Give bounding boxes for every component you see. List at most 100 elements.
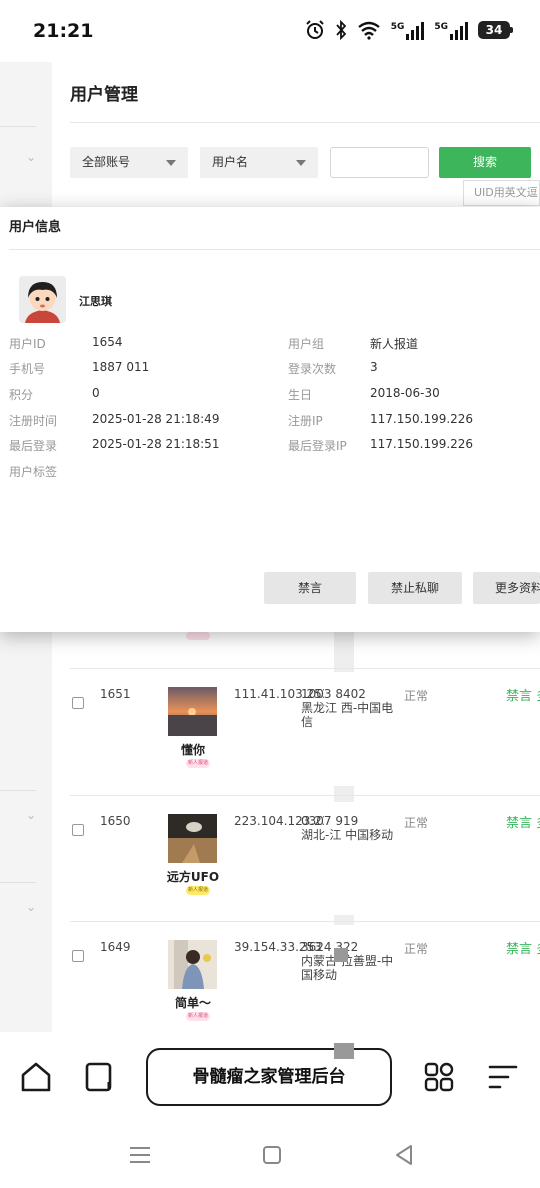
user-id: 1651	[100, 687, 131, 701]
back-icon[interactable]	[391, 1142, 417, 1168]
user-tag	[186, 632, 210, 640]
sidebar-divider	[0, 882, 36, 883]
user-nickname: 简单～	[174, 996, 211, 1010]
location-line: 信	[301, 715, 314, 729]
scroll-thumb[interactable]	[334, 1043, 354, 1059]
field-filter-select[interactable]: 用户名	[200, 147, 318, 178]
network-type: 5G	[434, 22, 448, 32]
home-icon[interactable]	[19, 1060, 53, 1094]
uid-hint-input[interactable]: UID用英文逗	[463, 180, 540, 206]
divider	[70, 122, 540, 123]
location-line: 1003 8402	[301, 687, 366, 701]
apps-grid-icon[interactable]	[422, 1060, 456, 1094]
divider	[9, 249, 540, 250]
field-value: 0	[92, 386, 100, 400]
alarm-icon	[305, 20, 324, 39]
field-label: 生日	[288, 388, 313, 402]
block-dm-button[interactable]: 禁止私聊	[368, 572, 462, 604]
mute-link[interactable]: 禁言 多	[506, 812, 540, 831]
page-title: 用户管理	[70, 85, 138, 105]
field-label: 注册IP	[288, 414, 323, 428]
system-nav-bar	[0, 1122, 540, 1188]
mute-button[interactable]: 禁言	[264, 572, 356, 604]
location-line: 3624 322	[301, 940, 359, 954]
user-name: 江思琪	[79, 295, 112, 308]
table-row[interactable]: 1649 简单～ 新人报道 39.154.33.253 3624 322 内蒙古…	[70, 921, 540, 1047]
location-line: 0307 919	[301, 814, 359, 828]
menu-icon[interactable]	[486, 1060, 520, 1094]
user-nickname: 懂你	[180, 743, 205, 757]
field-label: 最后登录	[9, 439, 58, 453]
user-status: 正常	[404, 816, 429, 830]
field-label: 用户组	[288, 337, 325, 351]
recent-apps-icon[interactable]	[127, 1142, 153, 1168]
address-bar[interactable]: 骨髓瘤之家管理后台	[146, 1048, 392, 1106]
location-line: 黑龙江 西-中国电	[301, 701, 394, 715]
row-checkbox[interactable]	[72, 697, 84, 709]
field-value: 2025-01-28 21:18:51	[92, 437, 220, 451]
scroll-thumb[interactable]	[334, 948, 348, 962]
chevron-down-icon[interactable]: ⌄	[26, 900, 36, 914]
chevron-down-icon[interactable]: ⌄	[26, 150, 36, 164]
table-row[interactable]: 1651 懂你 新人报道 111.41.103.253 1003 8402 黑龙…	[70, 668, 540, 794]
user-status: 正常	[404, 689, 429, 703]
status-bar: 21:21 5G 5G 34	[0, 0, 540, 62]
user-location: 3624 322 内蒙古 拉善盟-中 国移动	[301, 940, 419, 982]
user-tag: 新人报道	[186, 759, 210, 768]
signal-icon	[406, 20, 425, 40]
location-line: 湖北-江 中国移动	[301, 828, 394, 842]
mute-link[interactable]: 禁言 多	[506, 938, 540, 957]
chevron-down-icon[interactable]: ⌄	[26, 808, 36, 822]
scroll-gutter	[334, 626, 354, 672]
tabs-icon[interactable]	[83, 1060, 117, 1094]
bluetooth-icon	[336, 20, 346, 40]
battery-icon: 34	[478, 21, 513, 39]
location-line: 内蒙古 拉善盟-中	[301, 954, 394, 968]
user-info-dialog: 用户信息 江思琪 用户ID 1654 手机号 1887 011 积分 0 注册时…	[0, 207, 540, 632]
row-checkbox[interactable]	[72, 950, 84, 962]
table-row[interactable]: 1650 远方UFO 新人报道 223.104.123.238 0307 919…	[70, 795, 540, 921]
search-button[interactable]: 搜索	[439, 147, 531, 178]
sidebar-divider	[0, 126, 36, 127]
field-label: 积分	[9, 388, 34, 402]
account-filter-select[interactable]: 全部账号	[70, 147, 188, 178]
caret-down-icon	[296, 160, 306, 166]
field-label: 注册时间	[9, 414, 58, 428]
network-type: 5G	[390, 22, 405, 32]
user-nickname: 远方UFO	[166, 870, 220, 884]
user-avatar[interactable]	[168, 814, 217, 863]
home-button-icon[interactable]	[259, 1142, 285, 1168]
signal-icon	[450, 20, 468, 40]
user-location: 1003 8402 黑龙江 西-中国电 信	[301, 687, 419, 729]
field-value: 新人报道	[370, 337, 419, 351]
search-input[interactable]	[330, 147, 429, 178]
mute-link[interactable]: 禁言 多	[506, 685, 540, 704]
browser-toolbar: 骨髓瘤之家管理后台	[0, 1032, 540, 1122]
field-filter-value: 用户名	[212, 155, 249, 169]
dialog-title: 用户信息	[9, 220, 62, 235]
status-icons: 5G 5G 34	[305, 20, 513, 40]
user-avatar[interactable]	[168, 687, 217, 736]
field-label: 用户ID	[9, 337, 46, 351]
location-line: 国移动	[301, 968, 338, 982]
user-avatar[interactable]	[168, 940, 217, 989]
field-value: 1887 011	[92, 360, 150, 374]
field-value: 2025-01-28 21:18:49	[92, 412, 220, 426]
user-status: 正常	[404, 942, 429, 956]
row-checkbox[interactable]	[72, 824, 84, 836]
field-value: 3	[370, 360, 378, 374]
field-label: 登录次数	[288, 362, 337, 376]
user-id: 1650	[100, 814, 131, 828]
user-id: 1649	[100, 940, 131, 954]
user-tag: 新人报道	[186, 1012, 210, 1021]
user-location: 0307 919 湖北-江 中国移动	[301, 814, 419, 842]
wifi-icon	[357, 21, 380, 40]
field-label: 手机号	[9, 362, 46, 376]
field-value: 2018-06-30	[370, 386, 440, 400]
field-value: 1654	[92, 335, 123, 349]
field-label: 用户标签	[9, 465, 58, 479]
clock: 21:21	[33, 20, 94, 42]
field-value: 117.150.199.226	[370, 437, 474, 451]
more-info-button[interactable]: 更多资料	[473, 572, 540, 604]
field-value: 117.150.199.226	[370, 412, 474, 426]
